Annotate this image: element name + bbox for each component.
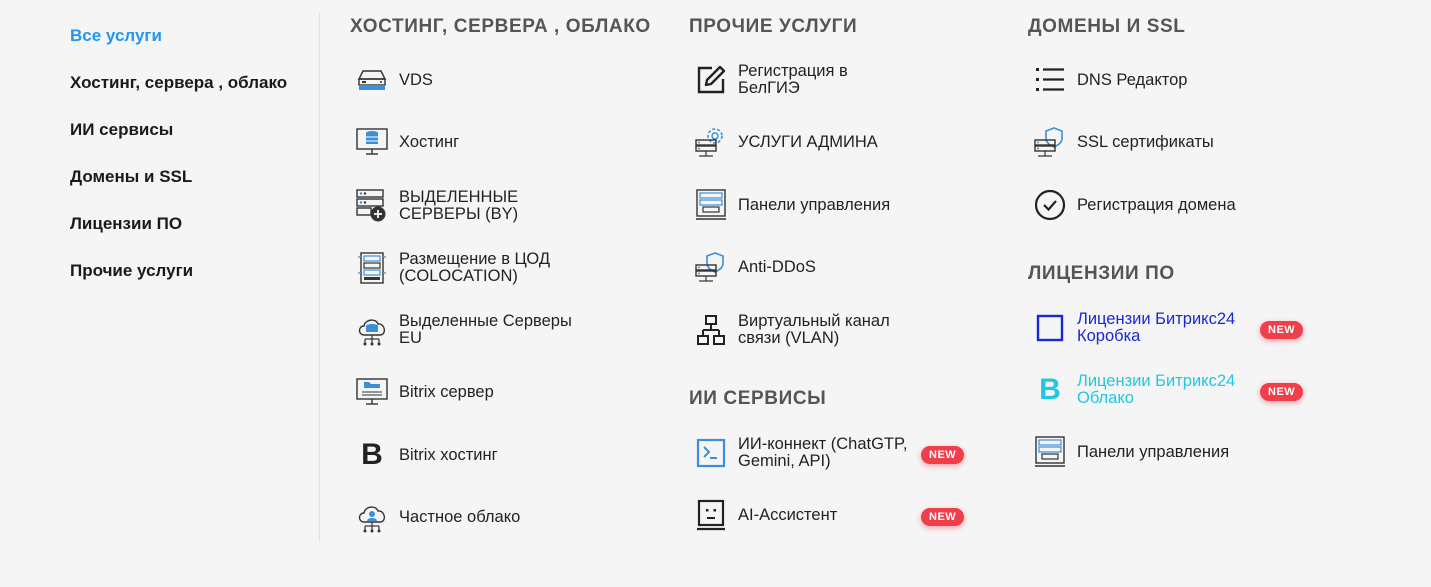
menu-item-label: ИИ-коннект (ChatGTP, Gemini, API) [738,435,908,470]
menu-item-label: Anti-DDoS [738,257,816,276]
menu-item-hosting[interactable]: Хостинг [356,124,589,160]
ai-services-column: ИИ СЕРВИСЫ [689,386,826,412]
menu-item-ai-assistant[interactable]: AI-Ассистент [695,497,918,533]
hosting-heading: ХОСТИНГ, СЕРВЕРА , ОБЛАКО [350,16,651,37]
menu-item-label: SSL сертификаты [1077,132,1214,151]
menu-item-label: Выделенные Серверы EU [399,312,572,347]
hosting-column: ХОСТИНГ, СЕРВЕРА , ОБЛАКО [350,14,651,40]
other-services-heading: ПРОЧИЕ УСЛУГИ [689,16,858,37]
sidebar: Все услуги Хостинг, сервера , облако ИИ … [70,24,320,306]
menu-item-bitrix-server[interactable]: Bitrix сервер [356,374,589,410]
menu-item-control-panels[interactable]: Панели управления [695,187,928,223]
domains-column: ДОМЕНЫ И SSL [1028,14,1186,40]
menu-item-label: УСЛУГИ АДМИНА [738,132,878,151]
new-badge: NEW [1260,383,1304,401]
menu-item-label: Регистрация в БелГИЭ [738,62,848,97]
other-services-column: ПРОЧИЕ УСЛУГИ [689,14,857,40]
monitor-database-icon [356,124,388,160]
licenses-column: ЛИЦЕНЗИИ ПО [1028,261,1175,287]
robot-face-icon [695,497,727,533]
cloud-database-icon [356,312,388,348]
menu-item-label: Регистрация домена [1077,195,1236,214]
menu-item-belgie-registration[interactable]: Регистрация в БелГИЭ [695,62,868,98]
menu-item-label: Хостинг [399,132,460,151]
menu-item-label: Лицензии Битрикс24 Коробка [1077,310,1236,345]
menu-item-label: ВЫДЕЛЕННЫЕ СЕРВЕРЫ (BY) [399,188,519,223]
menu-item-domain-registration[interactable]: Регистрация домена [1034,187,1267,223]
menu-item-label: Панели управления [1077,442,1230,461]
sidebar-item-hosting[interactable]: Хостинг, сервера , облако [70,71,320,118]
menu-item-label: Размещение в ЦОД (COLOCATION) [399,250,551,285]
vds-server-icon [356,62,388,98]
control-panel-icon [1034,434,1066,470]
menu-item-label: Виртуальный канал связи (VLAN) [738,312,890,347]
box-square-icon [1034,310,1066,346]
menu-item-anti-ddos[interactable]: Anti-DDoS [695,249,928,285]
menu-item-dedicated-eu[interactable]: Выделенные Серверы EU [356,312,589,348]
server-rack-plus-icon [356,188,388,224]
menu-item-label: VDS [399,70,433,89]
server-rack-icon [356,250,388,286]
domains-heading: ДОМЕНЫ И SSL [1028,16,1186,37]
menu-item-dedicated-by[interactable]: ВЫДЕЛЕННЫЕ СЕРВЕРЫ (BY) [356,188,589,224]
menu-item-label: Bitrix хостинг [399,445,498,464]
sidebar-item-other-services[interactable]: Прочие услуги [70,259,320,306]
menu-item-label: AI-Ассистент [738,505,838,524]
menu-item-label: Лицензии Битрикс24 Облако [1077,372,1236,407]
new-badge: NEW [921,508,965,526]
menu-item-ssl-certificates[interactable]: SSL сертификаты [1034,124,1267,160]
menu-item-vds[interactable]: VDS [356,62,589,98]
sidebar-item-domains-ssl[interactable]: Домены и SSL [70,165,320,212]
sidebar-item-licenses[interactable]: Лицензии ПО [70,212,320,259]
private-cloud-icon [356,499,388,535]
menu-item-label: Панели управления [738,195,891,214]
server-gear-icon [695,124,727,160]
edit-icon [695,62,727,98]
list-icon [1034,62,1066,98]
control-panel-icon [695,187,727,223]
check-circle-icon [1034,187,1066,223]
menu-item-bitrix24-cloud[interactable]: B Лицензии Битрикс24 Облако [1034,372,1257,408]
menu-item-license-control-panels[interactable]: Панели управления [1034,434,1267,470]
sidebar-item-all-services[interactable]: Все услуги [70,24,320,71]
server-shield-icon [1034,124,1066,160]
sidebar-item-ai-services[interactable]: ИИ сервисы [70,118,320,165]
menu-item-private-cloud[interactable]: Частное облако [356,499,589,535]
menu-item-ai-connect[interactable]: ИИ-коннект (ChatGTP, Gemini, API) [695,435,918,471]
menu-item-label: DNS Редактор [1077,70,1188,89]
licenses-heading: ЛИЦЕНЗИИ ПО [1028,263,1175,284]
menu-item-bitrix24-box[interactable]: Лицензии Битрикс24 Коробка [1034,310,1257,346]
network-icon [695,312,727,348]
menu-item-label: Частное облако [399,507,521,526]
bitrix-b-icon: B [361,438,383,471]
menu-item-bitrix-hosting[interactable]: B Bitrix хостинг [356,437,589,473]
menu-item-dns-editor[interactable]: DNS Редактор [1034,62,1267,98]
ai-services-heading: ИИ СЕРВИСЫ [689,388,827,409]
monitor-folder-icon [356,374,388,410]
menu-item-vlan[interactable]: Виртуальный канал связи (VLAN) [695,312,908,348]
server-shield-icon [695,249,727,285]
new-badge: NEW [1260,321,1304,339]
menu-item-label: Bitrix сервер [399,382,494,401]
terminal-icon [695,435,727,471]
menu-item-colocation[interactable]: Размещение в ЦОД (COLOCATION) [356,250,589,286]
bitrix24-b-icon: B [1039,373,1061,406]
new-badge: NEW [921,446,965,464]
menu-item-admin-services[interactable]: УСЛУГИ АДМИНА [695,124,928,160]
sidebar-divider [319,12,320,542]
